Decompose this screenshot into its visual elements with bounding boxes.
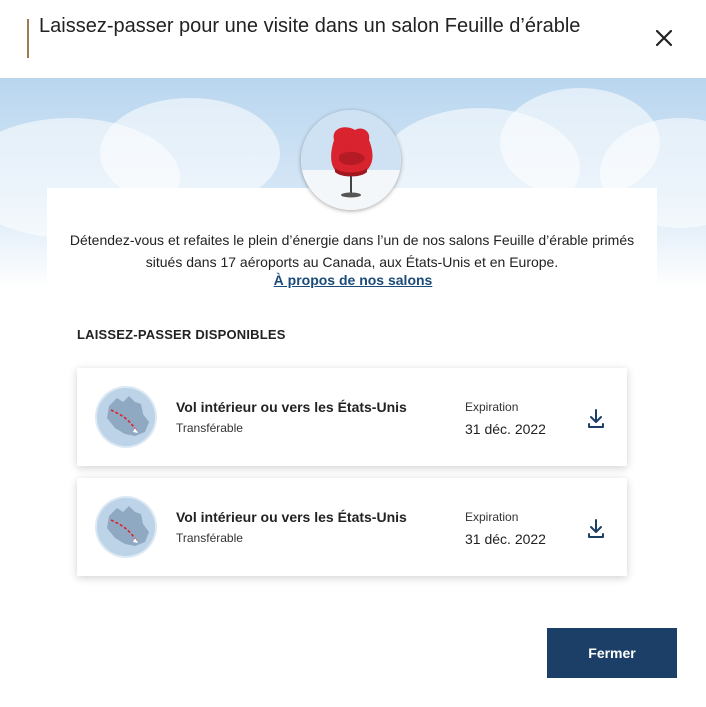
lounge-chair-icon	[301, 110, 401, 210]
close-button[interactable]: Fermer	[547, 628, 677, 678]
expiration-label: Expiration	[465, 510, 519, 524]
canada-map-icon	[97, 388, 155, 446]
section-title: LAISSEZ-PASSER DISPONIBLES	[77, 327, 286, 342]
about-lounges-link[interactable]: À propos de nos salons	[0, 272, 706, 288]
pass-name: Vol intérieur ou vers les États-Unis	[176, 399, 407, 415]
expiration-label: Expiration	[465, 400, 519, 414]
intro-text: Détendez-vous et refaites le plein d’éne…	[69, 232, 635, 270]
close-icon[interactable]	[652, 26, 676, 50]
pass-card: Vol intérieur ou vers les États-Unis Tra…	[77, 478, 627, 576]
pass-card: Vol intérieur ou vers les États-Unis Tra…	[77, 368, 627, 466]
download-icon[interactable]	[586, 518, 606, 540]
expiration-date: 31 déc. 2022	[465, 531, 546, 547]
pass-name: Vol intérieur ou vers les États-Unis	[176, 509, 407, 525]
title-accent-bar	[27, 19, 29, 58]
download-icon[interactable]	[586, 408, 606, 430]
modal-title: Laissez-passer pour une visite dans un s…	[39, 15, 581, 37]
pass-subtitle: Transférable	[176, 421, 243, 435]
expiration-date: 31 déc. 2022	[465, 421, 546, 437]
modal-header: Laissez-passer pour une visite dans un s…	[0, 0, 706, 78]
canada-map-icon	[97, 498, 155, 556]
pass-subtitle: Transférable	[176, 531, 243, 545]
